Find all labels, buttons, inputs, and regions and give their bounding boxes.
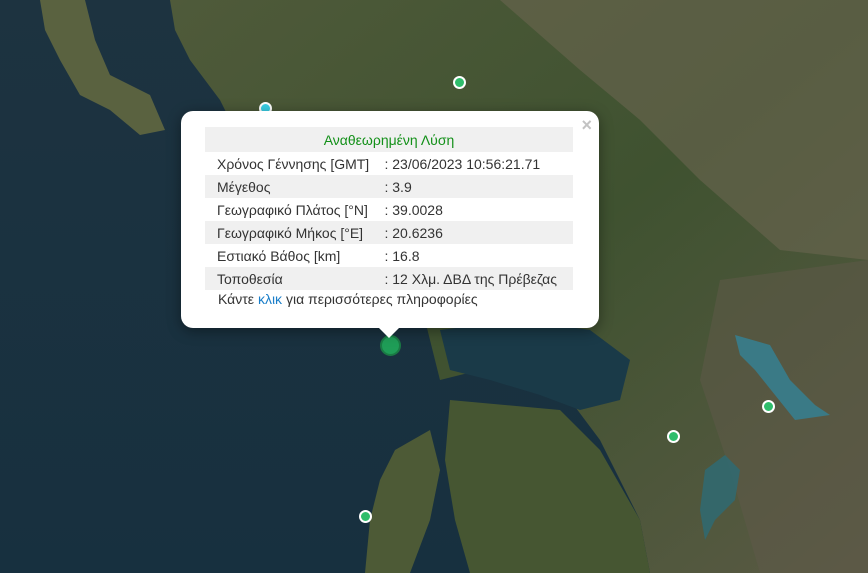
- popup-title: Αναθεωρημένη Λύση: [205, 127, 573, 152]
- earthquake-info-popup: × Αναθεωρημένη Λύση Χρόνος Γέννησης [GMT…: [181, 111, 599, 328]
- popup-pointer: [377, 326, 401, 338]
- longitude-label: Γεωγραφικό Μήκος [°E]: [205, 221, 385, 244]
- longitude-value: : 20.6236: [384, 221, 573, 244]
- location-label: Τοποθεσία: [205, 267, 385, 290]
- earthquake-marker[interactable]: [359, 510, 372, 523]
- more-info-suffix: για περισσότερες πληροφορίες: [285, 291, 478, 307]
- earthquake-details-table: Αναθεωρημένη Λύση Χρόνος Γέννησης [GMT]:…: [205, 127, 573, 290]
- table-row: Εστιακό Βάθος [km] : 16.8: [205, 244, 573, 267]
- table-row: Γεωγραφικό Μήκος [°E]: 20.6236: [205, 221, 573, 244]
- table-row: Χρόνος Γέννησης [GMT] : 23/06/2023 10:56:…: [205, 152, 573, 175]
- magnitude-label: Μέγεθος: [205, 175, 385, 198]
- table-row: Τοποθεσία: 12 Χλμ. ΔΒΔ της Πρέβεζας: [205, 267, 573, 290]
- origin-time-label: Χρόνος Γέννησης [GMT]: [217, 155, 370, 172]
- table-row: Μέγεθος: 3.9: [205, 175, 573, 198]
- magnitude-value: : 3.9: [384, 175, 573, 198]
- latitude-label: Γεωγραφικό Πλάτος [°N]: [217, 201, 368, 218]
- origin-time-value: : 23/06/2023 10:56:21.71: [384, 155, 541, 172]
- more-info-link[interactable]: κλικ: [258, 291, 282, 307]
- depth-value: : 16.8: [384, 247, 420, 264]
- table-row: Γεωγραφικό Πλάτος [°N] : 39.0028: [205, 198, 573, 221]
- location-value: : 12 Χλμ. ΔΒΔ της Πρέβεζας: [384, 267, 573, 290]
- depth-label: Εστιακό Βάθος [km]: [217, 247, 341, 264]
- earthquake-marker[interactable]: [453, 76, 466, 89]
- earthquake-marker[interactable]: [762, 400, 775, 413]
- more-info-prefix: Κάντε: [218, 291, 255, 307]
- earthquake-marker[interactable]: [667, 430, 680, 443]
- latitude-value: : 39.0028: [384, 201, 443, 218]
- close-icon[interactable]: ×: [581, 116, 592, 134]
- selected-earthquake-marker[interactable]: [380, 335, 401, 356]
- more-info-line: Κάντε κλικ για περισσότερες πληροφορίες: [218, 291, 478, 307]
